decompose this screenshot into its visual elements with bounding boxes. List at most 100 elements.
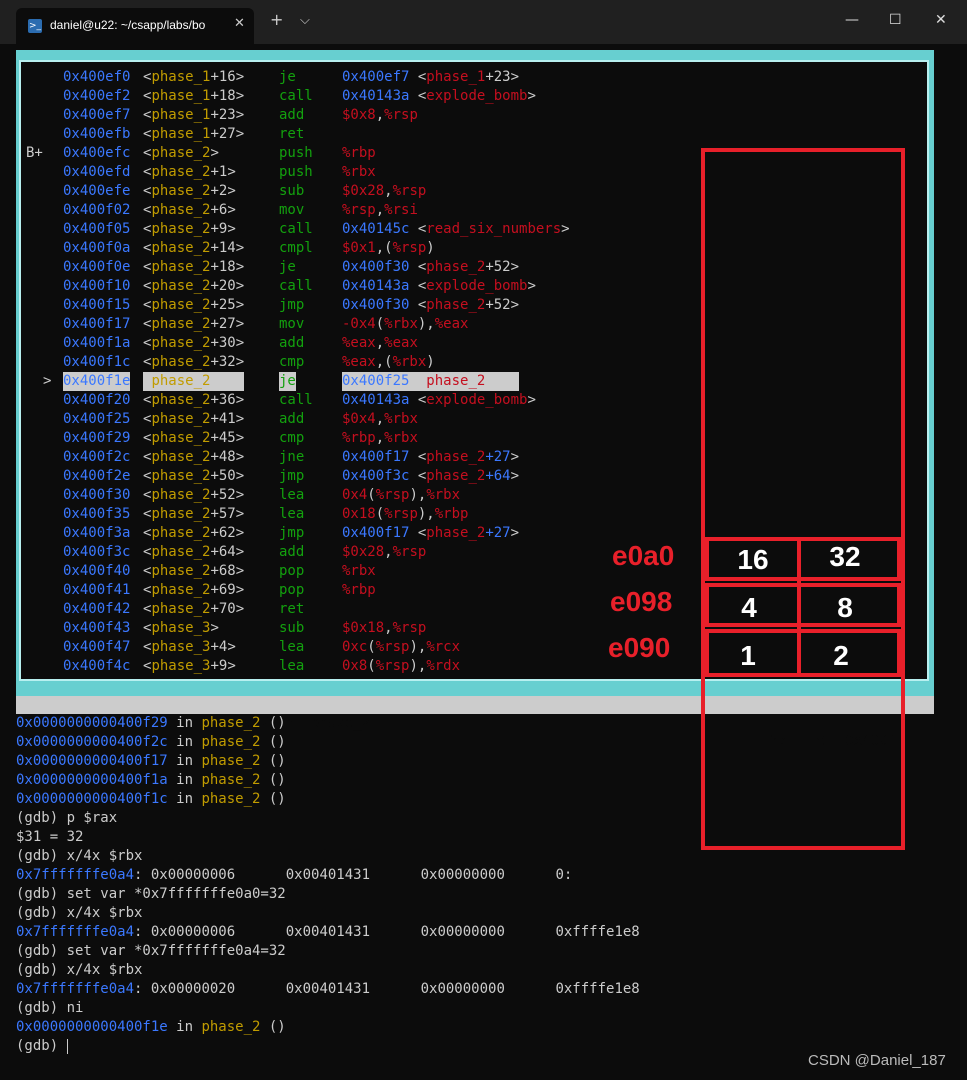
operand-part: phase_2 — [426, 468, 486, 484]
asm-mnemonic: pop — [279, 582, 305, 598]
close-tab-icon[interactable]: ✕ — [234, 16, 245, 31]
operand-part: %rbx — [392, 354, 427, 370]
symbol-offset: +9 — [210, 221, 228, 237]
asm-address: 0x400f40 — [63, 563, 131, 579]
symbol-function: phase_2 — [151, 145, 211, 161]
tab-dropdown-button[interactable]: ⌵ — [300, 13, 310, 28]
minimize-button[interactable]: — — [845, 12, 859, 28]
asm-operands: 0x400f17 <phase_2+27> — [342, 448, 519, 467]
symbol-bracket: > — [235, 88, 245, 104]
symbol-offset: +1 — [210, 164, 228, 180]
symbol-bracket: > — [235, 506, 245, 522]
operand-part: 0x400f25 — [342, 373, 418, 389]
operand-part: +52 — [485, 297, 511, 313]
symbol-bracket: > — [235, 107, 245, 123]
asm-mnemonic: ret — [279, 126, 305, 142]
console-segment: 0x7fffffffe0a4 — [16, 867, 135, 883]
symbol-function: phase_1 — [151, 88, 211, 104]
asm-address: 0x400f2e — [63, 468, 131, 484]
operand-part: +52 — [485, 259, 511, 275]
asm-symbol: <phase_2+34> — [143, 372, 245, 391]
asm-operands: 0x40143a <explode_bomb> — [342, 391, 536, 410]
symbol-offset: +62 — [210, 525, 236, 541]
operand-part: 0x400f17 — [342, 525, 418, 541]
symbol-offset: +6 — [210, 202, 228, 218]
symbol-function: phase_2 — [151, 582, 211, 598]
operand-part: %rcx — [426, 639, 461, 655]
symbol-function: phase_3 — [151, 620, 211, 636]
console-segment: : 0x00000006 0x00401431 0x00000000 0xfff… — [134, 924, 640, 940]
asm-mnemonic: add — [279, 544, 305, 560]
operand-part: %rsp — [392, 240, 427, 256]
operand-part: 0x4 — [342, 487, 368, 503]
asm-mnemonic: sub — [279, 183, 305, 199]
operand-part: $0x4 — [342, 411, 376, 427]
operand-part: ( — [367, 487, 376, 503]
asm-mnemonic: cmp — [279, 430, 305, 446]
symbol-function: phase_2 — [151, 601, 211, 617]
asm-address: 0x400f29 — [63, 430, 131, 446]
operand-part: %rbx — [384, 430, 418, 446]
operand-part: , — [375, 202, 385, 218]
operand-part: ), — [409, 639, 427, 655]
stack-cell-value: 1 — [740, 640, 756, 671]
symbol-offset: +32 — [210, 354, 236, 370]
asm-operands: %rbp,%rbx — [342, 429, 418, 448]
console-segment: 0x0000000000400f17 — [16, 753, 168, 769]
symbol-bracket: > — [235, 69, 245, 85]
asm-operands: %eax,(%rbx) — [342, 353, 435, 372]
symbol-bracket: > — [210, 145, 219, 161]
operand-part: ( — [367, 639, 376, 655]
console-segment: 0x0000000000400f1e — [16, 1019, 168, 1035]
terminal-tab[interactable]: >_ daniel@u22: ~/csapp/labs/bo ✕ — [16, 8, 254, 44]
operand-part: , — [384, 620, 393, 636]
asm-symbol: <phase_2+64> — [143, 543, 244, 562]
operand-part: phase_2 — [426, 525, 486, 541]
asm-symbol: <phase_2+9> — [143, 220, 236, 239]
symbol-offset: +18 — [210, 88, 236, 104]
operand-part: %rbp — [342, 582, 376, 598]
new-tab-button[interactable]: + — [270, 10, 283, 29]
symbol-function: phase_3 — [151, 658, 211, 674]
symbol-offset: +16 — [210, 69, 236, 85]
asm-operands: 0x8(%rsp),%rdx — [342, 657, 460, 676]
asm-operands: 0x400ef7 <phase_1+23> — [342, 68, 519, 87]
symbol-offset: +36 — [210, 392, 236, 408]
operand-part: 0x40143a — [342, 88, 418, 104]
text-cursor[interactable] — [66, 1038, 68, 1054]
asm-mnemonic: lea — [279, 487, 305, 503]
symbol-function: phase_2 — [151, 278, 211, 294]
symbol-offset: +50 — [210, 468, 236, 484]
operand-part: , — [384, 544, 393, 560]
asm-operands: 0x400f17 <phase_2+27> — [342, 524, 519, 543]
maximize-button[interactable]: ☐ — [889, 12, 902, 28]
operand-part: > — [510, 373, 520, 389]
asm-symbol: <phase_2+20> — [143, 277, 244, 296]
symbol-bracket: > — [235, 525, 245, 541]
operand-part: ), — [417, 506, 435, 522]
symbol-offset: +68 — [210, 563, 236, 579]
asm-symbol: <phase_1+16> — [143, 68, 244, 87]
asm-address: 0x400f17 — [63, 316, 131, 332]
asm-operands: %rbp — [342, 581, 376, 600]
asm-mnemonic: mov — [279, 202, 305, 218]
asm-operands: $0x4,%rbx — [342, 410, 418, 429]
operand-part: , — [375, 430, 385, 446]
asm-symbol: <phase_1+18> — [143, 87, 244, 106]
asm-mnemonic: jmp — [279, 297, 305, 313]
operand-part: ), — [409, 658, 427, 674]
operand-part: ( — [367, 658, 376, 674]
symbol-bracket: > — [235, 487, 245, 503]
asm-symbol: <phase_2+69> — [143, 581, 244, 600]
close-window-button[interactable]: ✕ — [935, 12, 947, 28]
console-line: 0x7fffffffe0a4: 0x00000006 0x00401431 0x… — [16, 866, 956, 885]
symbol-function: phase_1 — [151, 107, 211, 123]
console-segment: () — [260, 791, 286, 807]
title-bar: >_ daniel@u22: ~/csapp/labs/bo ✕ + ⌵ — ☐… — [0, 0, 967, 44]
symbol-function: phase_2 — [151, 335, 211, 351]
stack-label-e098: e098 — [610, 586, 673, 617]
console-line: 0x7fffffffe0a4: 0x00000006 0x00401431 0x… — [16, 923, 956, 942]
console-segment: in — [167, 772, 202, 788]
operand-part: > — [510, 259, 520, 275]
symbol-offset: +34 — [210, 373, 236, 389]
